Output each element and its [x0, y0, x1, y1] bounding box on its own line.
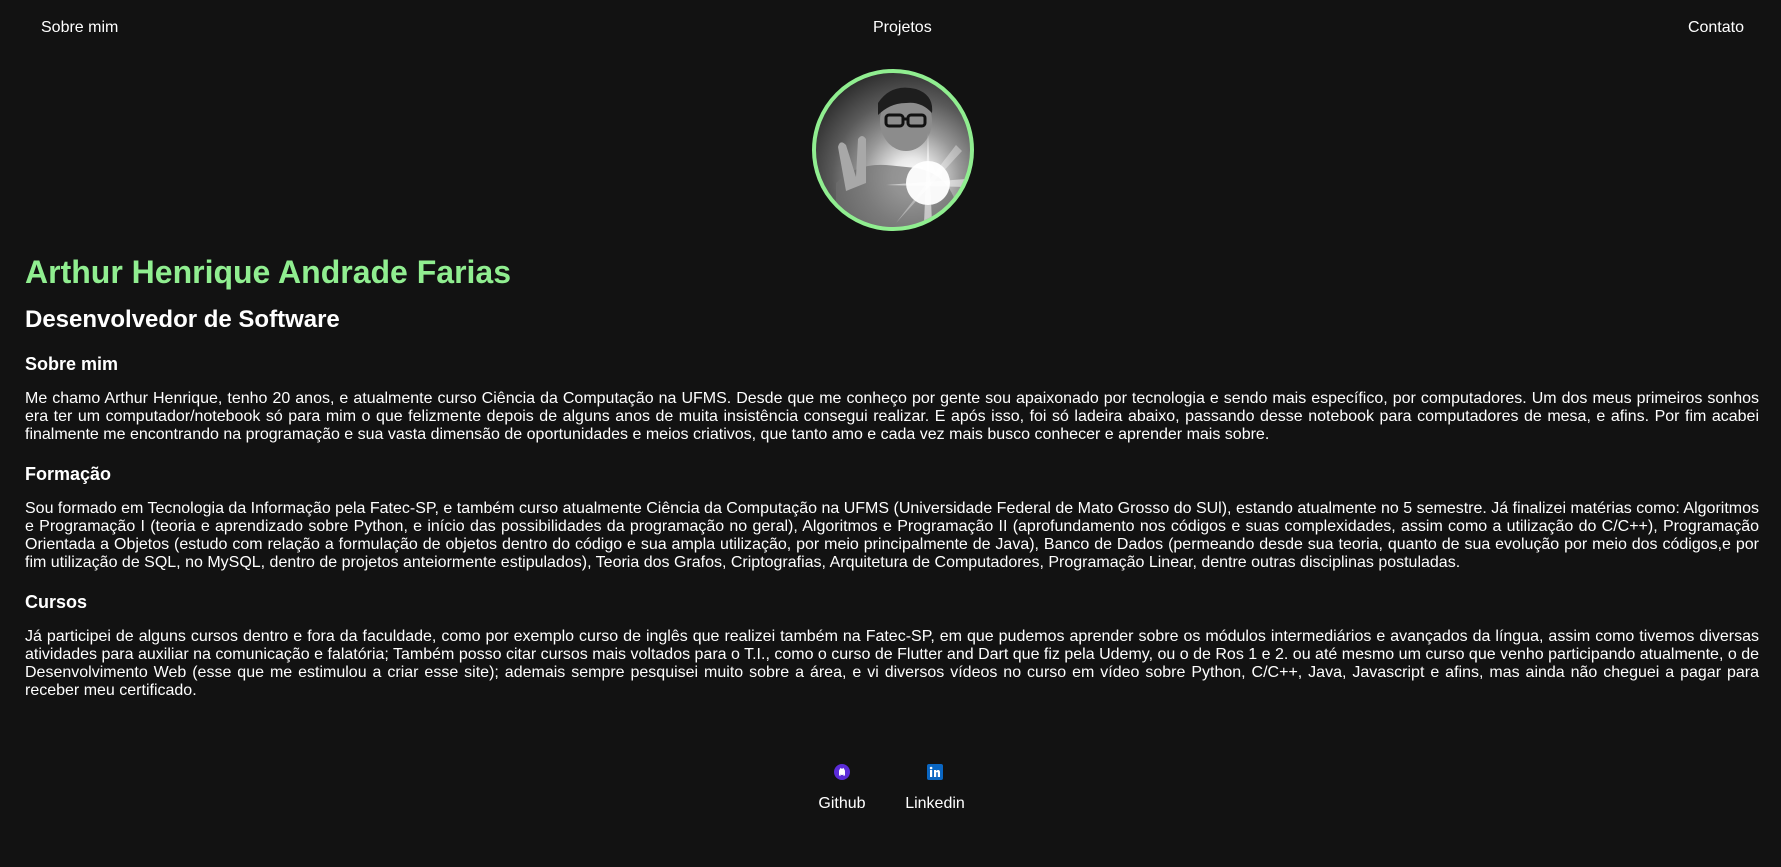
section-title-about: Sobre mim: [25, 354, 119, 374]
profile-role: Desenvolvedor de Software: [25, 306, 340, 333]
nav-link-projects[interactable]: Projetos: [873, 18, 932, 37]
linkedin-icon: [927, 764, 943, 780]
nav-link-contact[interactable]: Contato: [1688, 18, 1744, 37]
github-icon: [834, 764, 850, 780]
top-nav: Sobre mim Projetos Contato: [0, 0, 1781, 55]
section-title-education: Formação: [25, 464, 112, 484]
github-label: Github: [818, 795, 866, 812]
section-text-education: Sou formado em Tecnologia da Informação …: [25, 500, 1759, 571]
profile-photo: [812, 69, 974, 231]
section-title-courses: Cursos: [25, 592, 88, 612]
main-content: Arthur Henrique Andrade Farias Desenvolv…: [25, 250, 1759, 700]
linkedin-label: Linkedin: [905, 795, 965, 812]
section-text-about: Me chamo Arthur Henrique, tenho 20 anos,…: [25, 390, 1759, 443]
github-link[interactable]: Github: [802, 764, 882, 813]
nav-link-about[interactable]: Sobre mim: [41, 18, 118, 37]
social-links: Github Linkedin: [0, 764, 1781, 824]
profile-photo-illustration: [836, 87, 966, 227]
profile-name: Arthur Henrique Andrade Farias: [25, 254, 512, 290]
section-text-courses: Já participei de alguns cursos dentro e …: [25, 628, 1759, 699]
linkedin-link[interactable]: Linkedin: [895, 764, 975, 813]
